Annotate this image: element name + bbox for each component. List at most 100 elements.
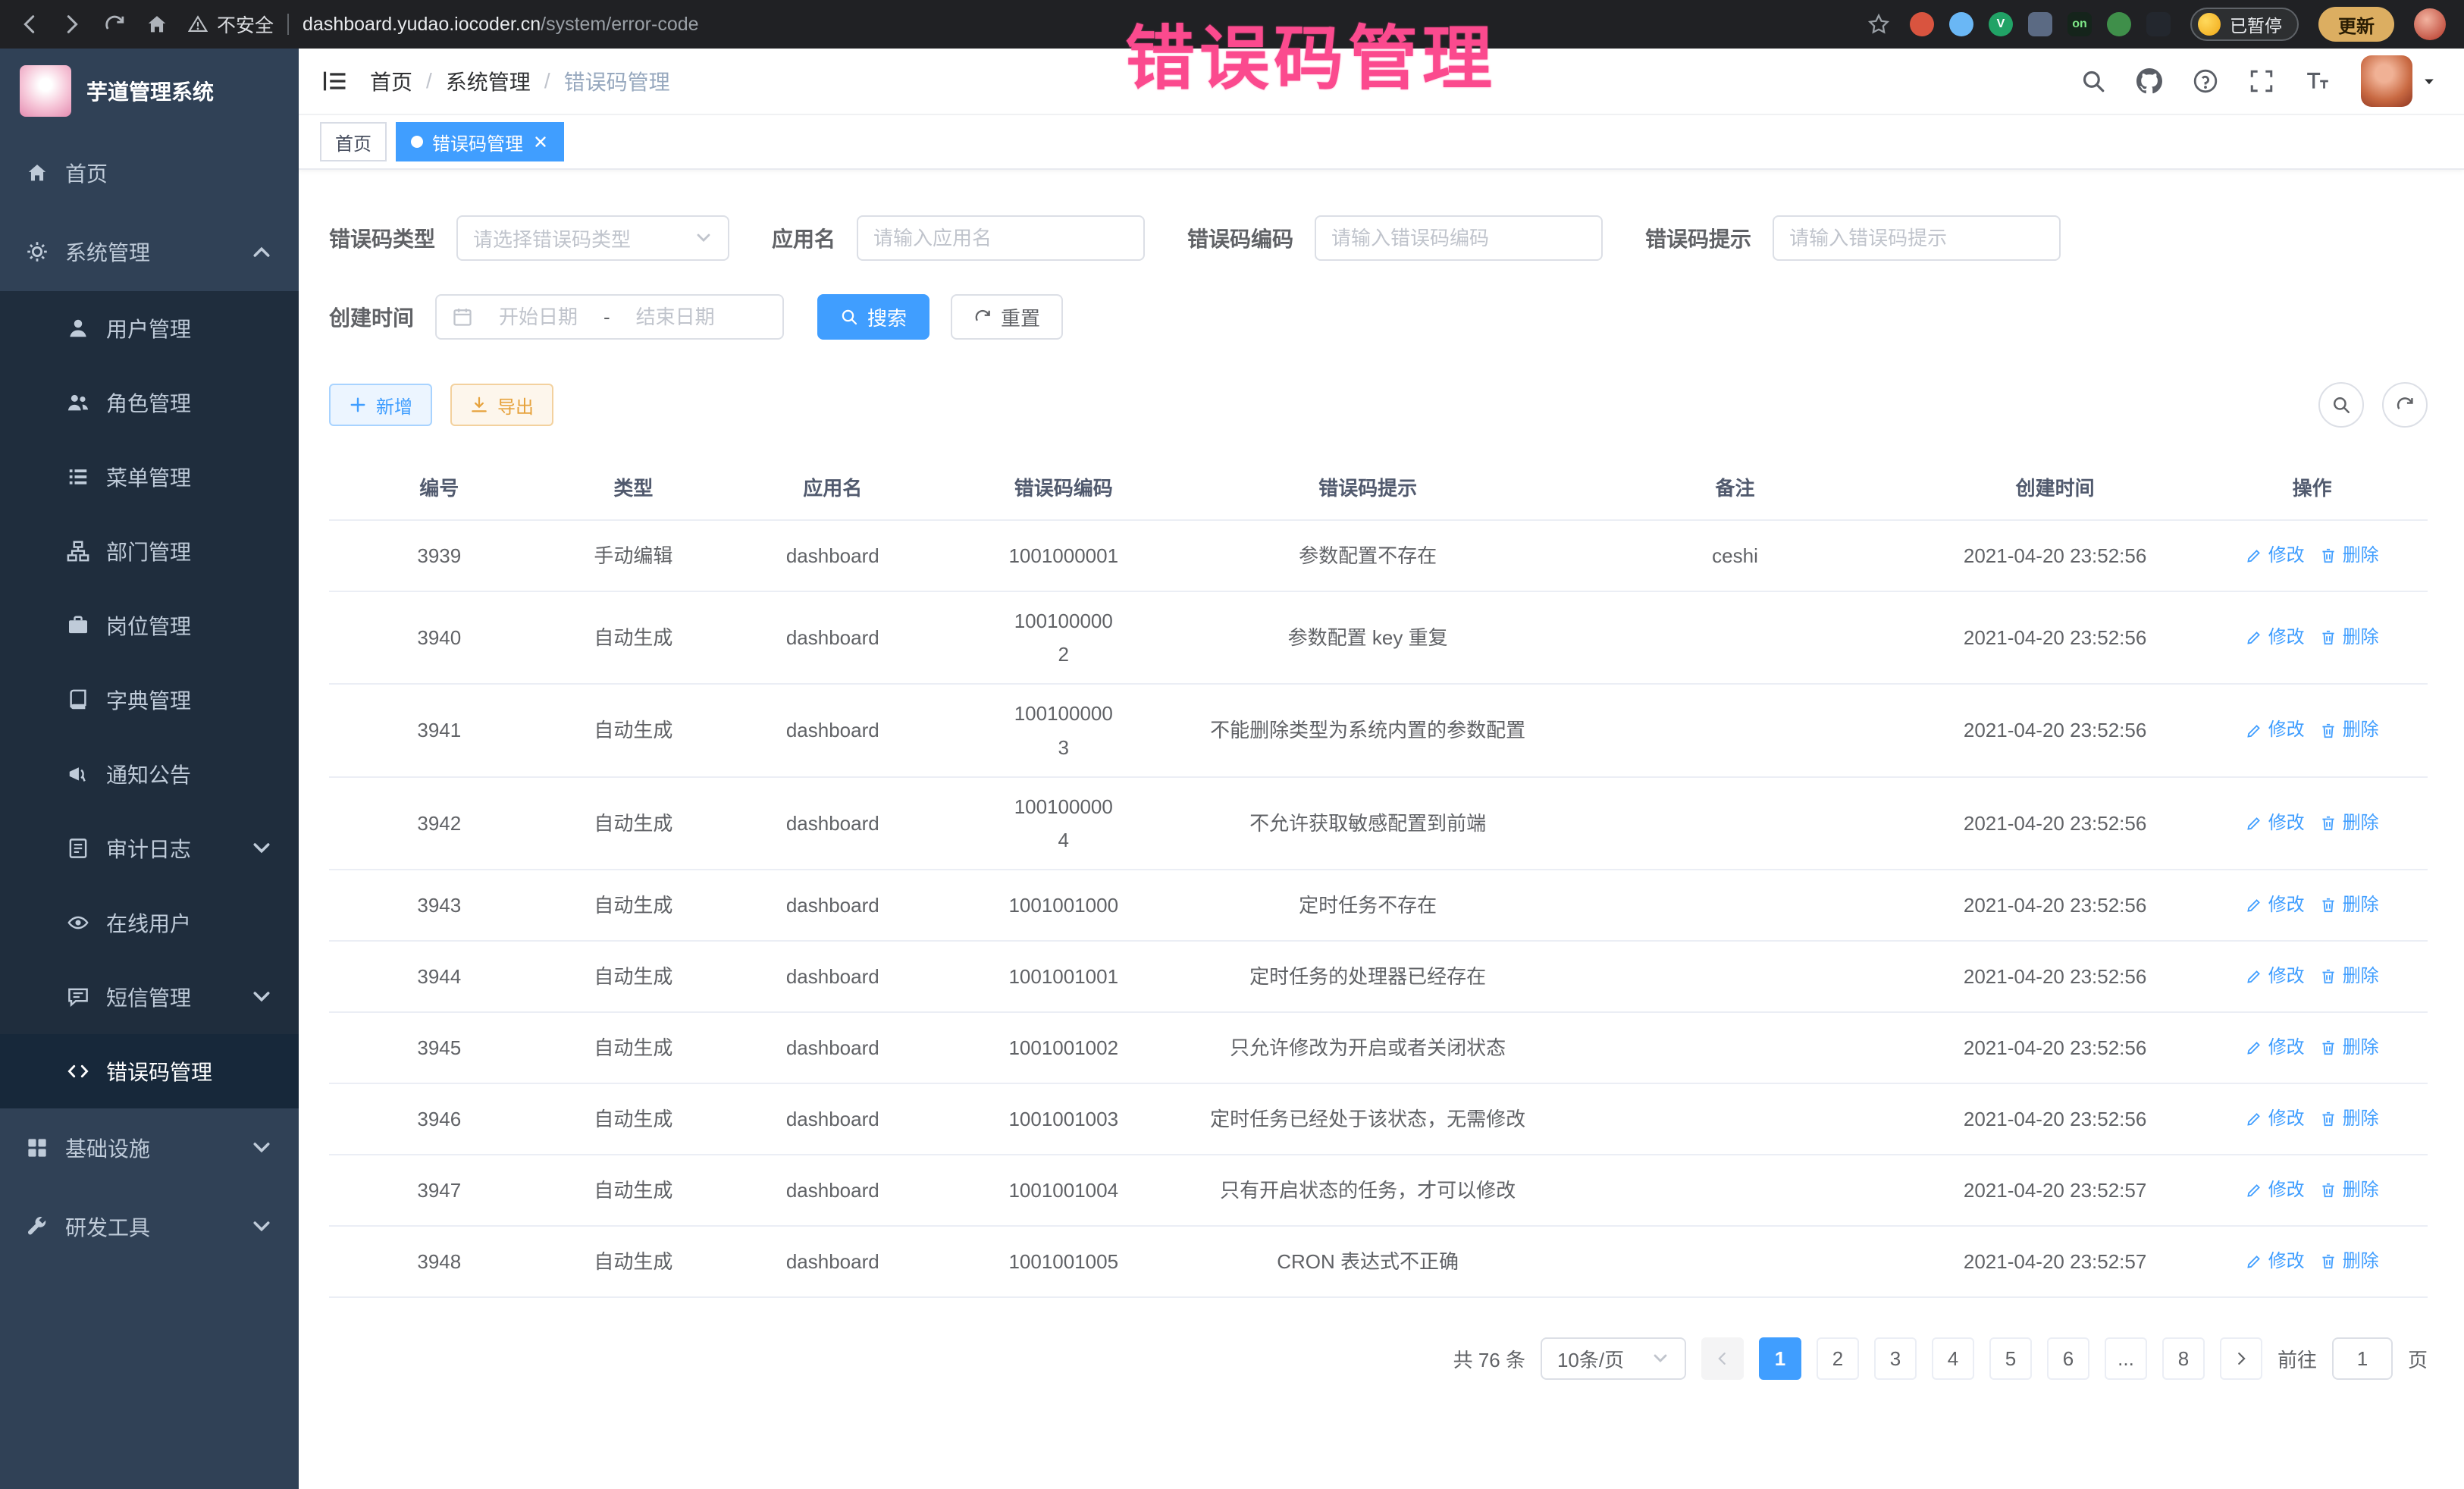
- sidebar-toggle-icon[interactable]: [321, 67, 349, 95]
- search-icon[interactable]: [2080, 68, 2106, 94]
- browser-reload-icon[interactable]: [103, 13, 126, 36]
- sidebar-item-home[interactable]: 首页: [0, 133, 299, 212]
- help-icon[interactable]: [2193, 68, 2218, 94]
- next-page-button[interactable]: [2220, 1337, 2262, 1380]
- edit-icon: [2246, 815, 2262, 832]
- delete-link[interactable]: 删除: [2320, 622, 2379, 654]
- sidebar-item-infrastructure[interactable]: 基础设施: [0, 1108, 299, 1187]
- page-button-4[interactable]: 4: [1932, 1337, 1974, 1380]
- sidebar-item-dict-management[interactable]: 字典管理: [0, 663, 299, 737]
- edit-link[interactable]: 修改: [2246, 1033, 2305, 1064]
- cell-code: 1001001005: [948, 1233, 1179, 1290]
- close-icon[interactable]: [532, 133, 549, 150]
- delete-link[interactable]: 删除: [2320, 1104, 2379, 1135]
- goto-page-input[interactable]: [2332, 1337, 2393, 1380]
- sidebar-item-dept-management[interactable]: 部门管理: [0, 514, 299, 588]
- search-button[interactable]: 搜索: [817, 294, 929, 340]
- delete-link[interactable]: 删除: [2320, 808, 2379, 839]
- github-icon[interactable]: [2136, 68, 2162, 94]
- edit-link[interactable]: 修改: [2246, 1246, 2305, 1277]
- browser-profile-avatar[interactable]: [2414, 8, 2446, 40]
- page-size-select[interactable]: 10条/页: [1541, 1337, 1686, 1380]
- page-button-5[interactable]: 5: [1989, 1337, 2032, 1380]
- edit-link[interactable]: 修改: [2246, 890, 2305, 921]
- app-name-input[interactable]: [873, 227, 1128, 250]
- sidebar-item-notice[interactable]: 通知公告: [0, 737, 299, 811]
- font-size-icon[interactable]: [2305, 68, 2331, 94]
- reset-button[interactable]: 重置: [951, 294, 1063, 340]
- sidebar-item-system-management[interactable]: 系统管理: [0, 212, 299, 291]
- edit-link[interactable]: 修改: [2246, 1175, 2305, 1206]
- end-date-input[interactable]: [621, 306, 730, 329]
- refresh-table-button[interactable]: [2382, 382, 2428, 428]
- fullscreen-icon[interactable]: [2249, 68, 2274, 94]
- error-hint-input[interactable]: [1789, 227, 2044, 250]
- extension-leaf-icon[interactable]: [2107, 12, 2131, 36]
- sidebar-item-user-management[interactable]: 用户管理: [0, 291, 299, 365]
- browser-back-icon[interactable]: [18, 13, 41, 36]
- cell-time: 2021-04-20 23:52:56: [1914, 876, 2197, 934]
- sidebar-item-audit-log[interactable]: 审计日志: [0, 811, 299, 886]
- browser-forward-icon[interactable]: [61, 13, 83, 36]
- extension-grid-icon[interactable]: [2028, 12, 2052, 36]
- browser-update-button[interactable]: 更新: [2318, 7, 2394, 42]
- address-bar[interactable]: 不安全 dashboard.yudao.iocoder.cn/system/er…: [188, 11, 1848, 38]
- edit-link[interactable]: 修改: [2246, 808, 2305, 839]
- breadcrumb-item[interactable]: 系统管理: [446, 66, 531, 96]
- sidebar-item-menu-management[interactable]: 菜单管理: [0, 440, 299, 514]
- sidebar-item-dev-tools[interactable]: 研发工具: [0, 1187, 299, 1266]
- filter-group-app-name: 应用名: [772, 215, 1145, 261]
- delete-link[interactable]: 删除: [2320, 541, 2379, 572]
- delete-link[interactable]: 删除: [2320, 1175, 2379, 1206]
- cell-type: 自动生成: [550, 948, 717, 1005]
- edit-link[interactable]: 修改: [2246, 715, 2305, 746]
- extension-on-badge-icon[interactable]: on: [2067, 12, 2092, 36]
- tab-home[interactable]: 首页: [320, 122, 387, 161]
- error-code-input[interactable]: [1331, 227, 1586, 250]
- page-button-6[interactable]: 6: [2047, 1337, 2089, 1380]
- security-status[interactable]: 不安全: [188, 11, 274, 38]
- delete-link[interactable]: 删除: [2320, 1033, 2379, 1064]
- pager-pages: 123456... 8: [1759, 1337, 2205, 1380]
- app-logo[interactable]: 芋道管理系统: [0, 49, 299, 133]
- add-button[interactable]: 新增: [329, 384, 432, 426]
- page-button-3[interactable]: 3: [1874, 1337, 1917, 1380]
- delete-link[interactable]: 删除: [2320, 715, 2379, 746]
- tags-bar: 首页错误码管理: [299, 115, 2464, 170]
- paused-badge[interactable]: 已暂停: [2190, 8, 2299, 41]
- sidebar-item-sms-management[interactable]: 短信管理: [0, 960, 299, 1034]
- start-date-input[interactable]: [484, 306, 593, 329]
- breadcrumb-item[interactable]: 首页: [370, 66, 412, 96]
- extension-recorder-icon[interactable]: [1910, 12, 1934, 36]
- toggle-search-button[interactable]: [2318, 382, 2364, 428]
- cell-time: 2021-04-20 23:52:56: [1914, 527, 2197, 585]
- browser-home-icon[interactable]: [146, 13, 168, 36]
- extension-pin-icon[interactable]: [2146, 12, 2171, 36]
- date-range-picker[interactable]: -: [435, 294, 784, 340]
- sidebar-item-online-users[interactable]: 在线用户: [0, 886, 299, 960]
- extension-water-drop-icon[interactable]: [1949, 12, 1973, 36]
- delete-link[interactable]: 删除: [2320, 890, 2379, 921]
- export-button[interactable]: 导出: [450, 384, 553, 426]
- sidebar-item-role-management[interactable]: 角色管理: [0, 365, 299, 440]
- delete-link[interactable]: 删除: [2320, 961, 2379, 992]
- user-menu[interactable]: [2361, 55, 2437, 107]
- sidebar-item-post-management[interactable]: 岗位管理: [0, 588, 299, 663]
- sidebar-item-error-code-management[interactable]: 错误码管理: [0, 1034, 299, 1108]
- pager-ellipsis[interactable]: ...: [2105, 1337, 2147, 1380]
- extension-v-badge-icon[interactable]: V: [1989, 12, 2013, 36]
- page-button-2[interactable]: 2: [1817, 1337, 1859, 1380]
- edit-link[interactable]: 修改: [2246, 541, 2305, 572]
- page-button-8[interactable]: 8: [2162, 1337, 2205, 1380]
- delete-link[interactable]: 删除: [2320, 1246, 2379, 1277]
- prev-page-button[interactable]: [1701, 1337, 1744, 1380]
- edit-link[interactable]: 修改: [2246, 622, 2305, 654]
- edit-link[interactable]: 修改: [2246, 1104, 2305, 1135]
- bookmark-star-icon[interactable]: [1867, 13, 1890, 36]
- error-type-select[interactable]: 请选择错误码类型: [456, 215, 729, 261]
- table-row: 3947自动生成dashboard1001001004只有开启状态的任务，才可以…: [329, 1155, 2428, 1227]
- edit-link[interactable]: 修改: [2246, 961, 2305, 992]
- tab-error-code[interactable]: 错误码管理: [396, 122, 564, 161]
- table-row: 3941自动生成dashboard100100000 3不能删除类型为系统内置的…: [329, 685, 2428, 777]
- page-button-1[interactable]: 1: [1759, 1337, 1801, 1380]
